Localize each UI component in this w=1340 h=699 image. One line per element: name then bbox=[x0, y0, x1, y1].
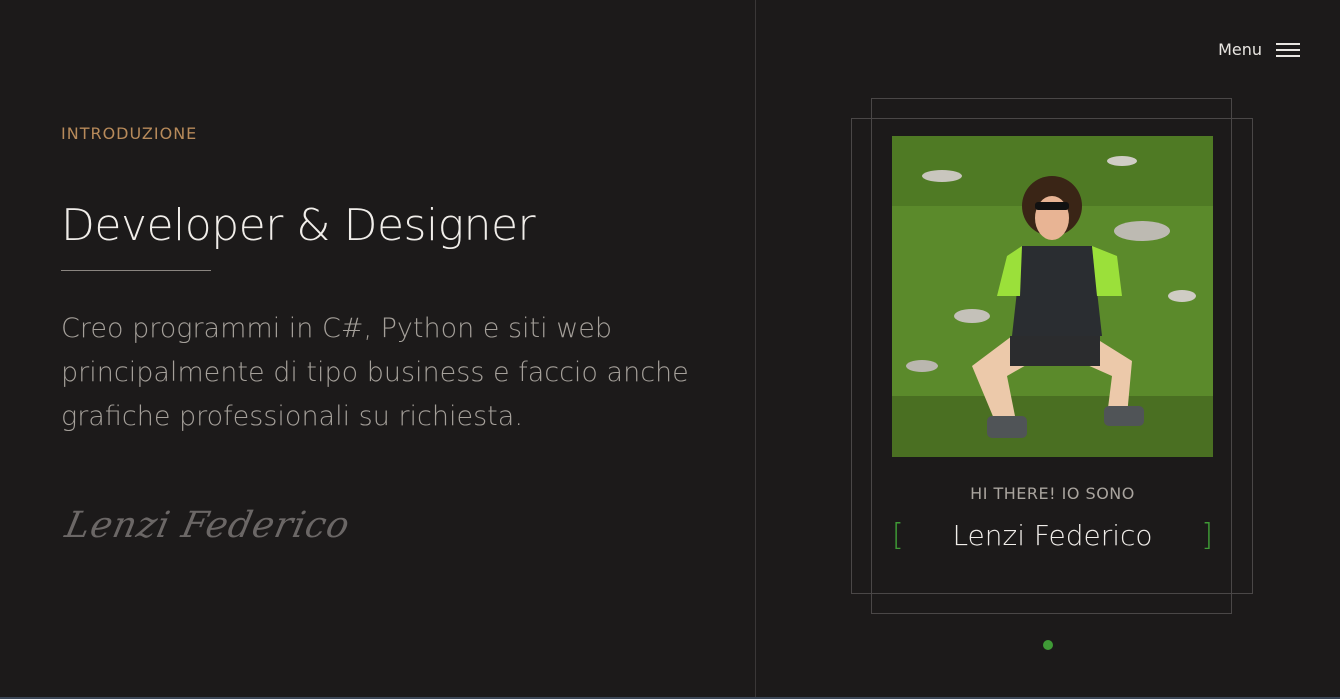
signature: Lenzi Federico bbox=[61, 505, 354, 546]
slider-dot[interactable] bbox=[1043, 640, 1053, 650]
profile-photo bbox=[892, 136, 1213, 457]
intro-description: Creo programmi in C#, Python e siti web … bbox=[61, 313, 689, 432]
page-title: Developer & Designer bbox=[61, 200, 536, 251]
greeting-label: HI THERE! IO SONO bbox=[970, 484, 1135, 503]
section-eyebrow: INTRODUZIONE bbox=[61, 124, 198, 143]
bracket-close: ] bbox=[1201, 517, 1213, 553]
menu-label: Menu bbox=[1218, 40, 1262, 59]
profile-name: Lenzi Federico bbox=[952, 518, 1153, 552]
title-underline bbox=[61, 270, 211, 271]
column-divider bbox=[755, 0, 756, 699]
bracket-open: [ bbox=[892, 517, 904, 553]
hamburger-icon[interactable] bbox=[1276, 42, 1300, 57]
profile-name-row: [ Lenzi Federico ] bbox=[892, 515, 1213, 555]
menu-button[interactable]: Menu bbox=[1218, 40, 1300, 59]
